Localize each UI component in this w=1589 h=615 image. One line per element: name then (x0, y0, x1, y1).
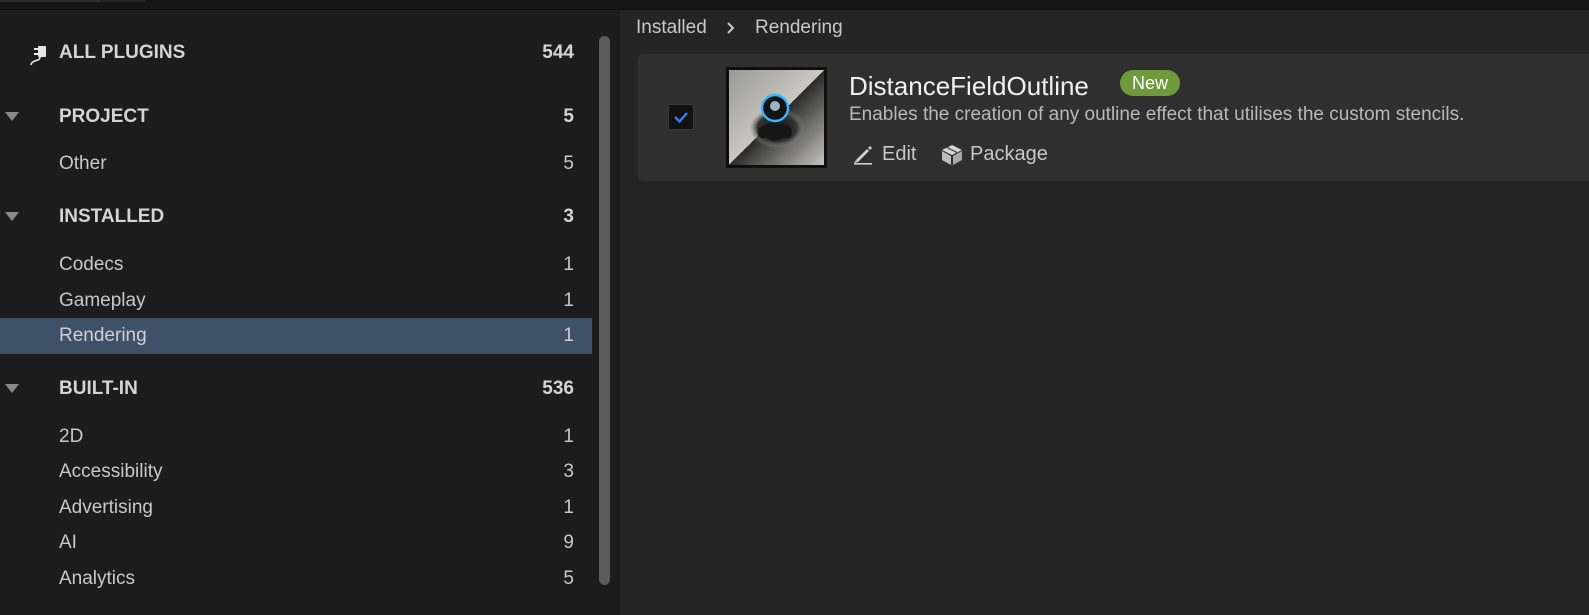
category-sidebar: ALL PLUGINS 544 PROJECT 5 Other 5 INSTAL… (0, 10, 620, 615)
sidebar-section-builtin[interactable]: BUILT-IN 536 (0, 371, 592, 407)
sidebar-item-rendering[interactable]: Rendering 1 (0, 318, 592, 354)
sidebar-item-count: 3 (563, 461, 574, 482)
sidebar-item-count: 9 (563, 532, 574, 553)
sidebar-item-label: Advertising (59, 497, 153, 518)
edit-button-label: Edit (882, 143, 917, 165)
plugin-card: DistanceFieldOutline New Enables the cre… (638, 54, 1589, 181)
sidebar-item-count: 1 (563, 497, 574, 518)
plugin-list-panel: Installed Rendering DistanceFieldOutline… (620, 10, 1589, 615)
sidebar-item-label: Codecs (59, 254, 124, 275)
sidebar-item-accessibility[interactable]: Accessibility 3 (0, 454, 592, 490)
caret-down-icon[interactable] (5, 212, 19, 221)
plug-icon (30, 46, 46, 66)
sidebar-item-label: Gameplay (59, 290, 146, 311)
box-icon (942, 145, 962, 165)
sidebar-section-label: INSTALLED (59, 206, 165, 227)
sidebar-item-count: 5 (563, 153, 574, 174)
caret-down-icon[interactable] (5, 384, 19, 393)
sidebar-item-label: Analytics (59, 568, 136, 589)
top-tab-strip (0, 0, 1589, 10)
plugin-description: Enables the creation of any outline effe… (849, 104, 1465, 125)
package-button[interactable]: Package (940, 140, 1060, 168)
pencil-icon (854, 146, 872, 165)
sidebar-item-all-plugins[interactable]: ALL PLUGINS 544 (0, 35, 592, 71)
sidebar-item-count: 5 (563, 568, 574, 589)
sidebar-item-label: Accessibility (59, 461, 163, 482)
sidebar-item-label: Rendering (59, 325, 147, 346)
sidebar-item-analytics[interactable]: Analytics 5 (0, 561, 592, 597)
edit-button[interactable]: Edit (852, 140, 922, 168)
tab-indicator (0, 0, 100, 2)
sidebar-scrollbar[interactable] (599, 36, 610, 585)
sidebar-section-label: BUILT-IN (59, 378, 138, 399)
sidebar-item-label: ALL PLUGINS (59, 42, 186, 63)
sidebar-item-count: 1 (563, 290, 574, 311)
sidebar-item-2d[interactable]: 2D 1 (0, 419, 592, 455)
sidebar-item-label: Other (59, 153, 107, 174)
sidebar-section-project[interactable]: PROJECT 5 (0, 99, 592, 135)
sidebar-item-other[interactable]: Other 5 (0, 146, 592, 182)
sidebar-item-label: AI (59, 532, 77, 553)
sidebar-section-count: 3 (563, 206, 574, 227)
sidebar-item-advertising[interactable]: Advertising 1 (0, 490, 592, 526)
sidebar-item-count: 1 (563, 325, 574, 346)
chevron-right-icon[interactable] (724, 21, 738, 35)
tab-indicator-secondary (100, 0, 145, 2)
sidebar-item-codecs[interactable]: Codecs 1 (0, 247, 592, 283)
sidebar-item-ai[interactable]: AI 9 (0, 525, 592, 561)
sidebar-section-count: 5 (563, 106, 574, 127)
plugin-thumbnail (726, 67, 827, 168)
breadcrumb-rendering[interactable]: Rendering (755, 16, 843, 40)
sidebar-item-label: 2D (59, 426, 84, 447)
sidebar-item-count: 1 (563, 254, 574, 275)
package-button-label: Package (970, 143, 1048, 165)
plugin-enabled-checkbox[interactable] (668, 104, 694, 130)
new-badge: New (1120, 70, 1181, 96)
breadcrumb-installed[interactable]: Installed (636, 16, 707, 40)
plugin-name: DistanceFieldOutline (849, 71, 1089, 101)
sidebar-item-count: 1 (563, 426, 574, 447)
check-icon (674, 112, 688, 124)
sidebar-section-label: PROJECT (59, 106, 149, 127)
sidebar-item-count: 544 (542, 42, 574, 63)
sidebar-item-gameplay[interactable]: Gameplay 1 (0, 283, 592, 319)
caret-down-icon[interactable] (5, 112, 19, 121)
sidebar-section-count: 536 (542, 378, 574, 399)
plugin-logo-icon (729, 70, 824, 165)
sidebar-section-installed[interactable]: INSTALLED 3 (0, 199, 592, 235)
